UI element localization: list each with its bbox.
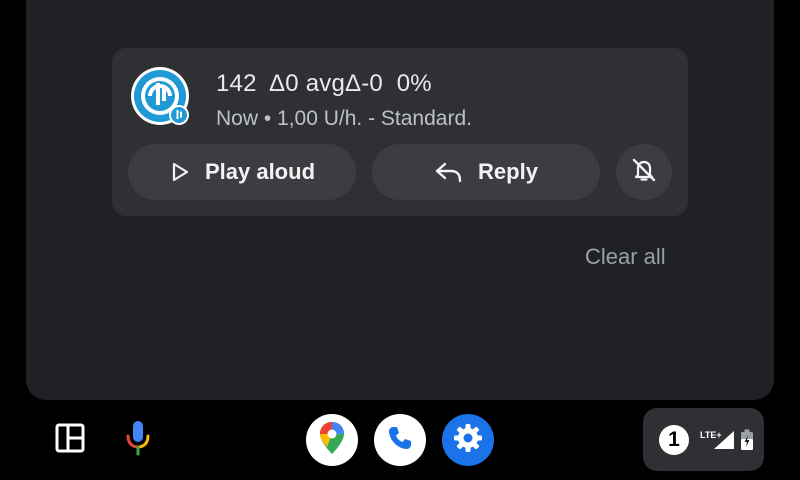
battery-charging-icon: [740, 429, 754, 456]
play-aloud-label: Play aloud: [204, 159, 316, 184]
play-aloud-button[interactable]: Play aloud: [128, 144, 356, 200]
maps-icon: [318, 420, 346, 461]
android-auto-screen: 142 Δ0 avgΔ-0 0% Now • 1,00 U/h. - Stand…: [0, 0, 800, 480]
cell-signal-icon: [713, 430, 735, 455]
settings-icon: [452, 422, 484, 459]
reply-button[interactable]: Reply: [372, 144, 600, 200]
app-launcher-icon: [54, 422, 86, 459]
notification-count-badge: 1: [659, 425, 689, 455]
notification-subtitle: Now • 1,00 U/h. - Standard.: [216, 107, 472, 130]
mute-notification-button[interactable]: [616, 144, 672, 200]
notifications-off-icon: [630, 156, 658, 189]
play-icon: [169, 161, 191, 183]
maps-app-button[interactable]: [306, 414, 358, 466]
phone-app-button[interactable]: [374, 414, 426, 466]
glucose-app-icon: [130, 66, 190, 126]
phone-icon: [386, 424, 414, 457]
reply-icon: [434, 160, 464, 184]
voice-assistant-button[interactable]: [120, 420, 156, 460]
notification-title: 142 Δ0 avgΔ-0 0%: [216, 70, 432, 97]
settings-app-button[interactable]: [442, 414, 494, 466]
clear-all-button[interactable]: Clear all: [585, 244, 666, 270]
reply-label: Reply: [478, 159, 538, 184]
app-launcher-button[interactable]: [52, 422, 88, 458]
microphone-icon: [123, 419, 153, 462]
